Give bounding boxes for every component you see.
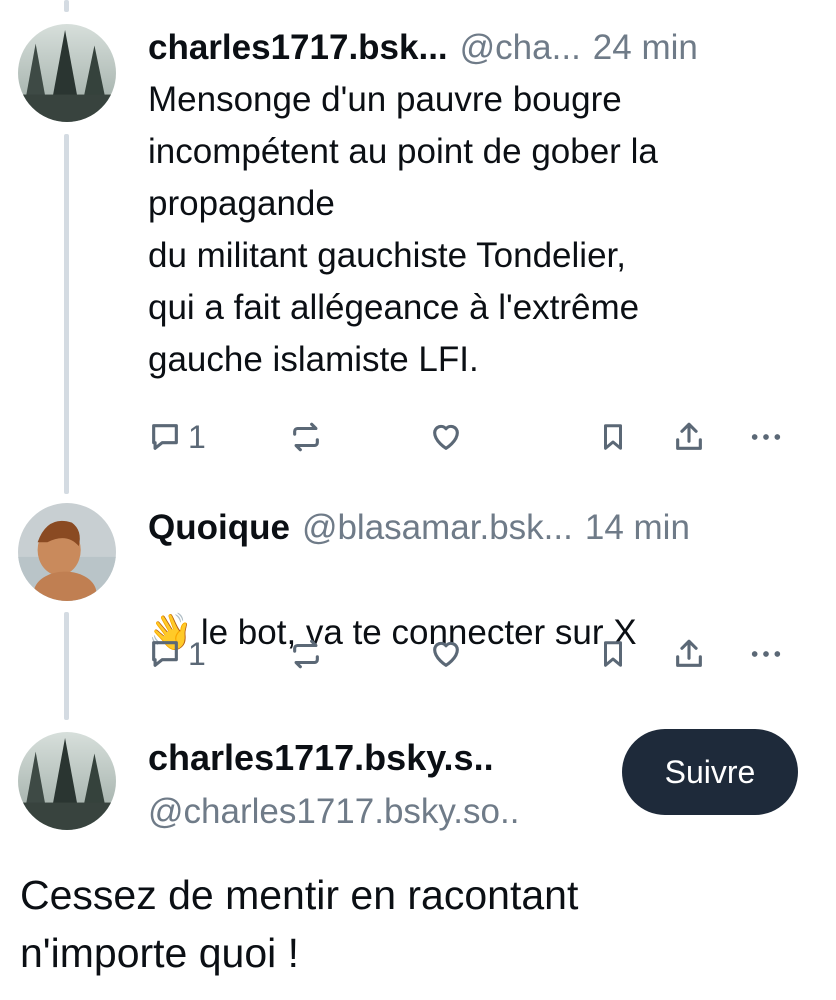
post-time[interactable]: 14 min <box>585 508 690 548</box>
repost-button[interactable] <box>288 415 324 459</box>
like-button[interactable] <box>428 632 464 676</box>
thread-line <box>64 134 69 494</box>
author-name[interactable]: Quoique <box>148 508 290 548</box>
post-time[interactable]: 24 min <box>593 28 698 68</box>
share-button[interactable] <box>672 632 706 676</box>
heart-icon <box>433 641 459 667</box>
forest-avatar-image <box>18 732 116 830</box>
repost-icon <box>293 422 319 452</box>
share-icon <box>676 422 702 450</box>
reply-button[interactable]: 1 <box>148 632 206 676</box>
post-text: Cessez de mentir en racontant n'importe … <box>20 872 579 976</box>
child-avatar-image <box>18 503 116 601</box>
bookmark-button[interactable] <box>598 415 628 459</box>
reply-count: 1 <box>188 635 206 672</box>
author-name[interactable]: charles1717.bsk... <box>148 28 448 68</box>
thread-line <box>64 612 69 720</box>
thread-line <box>64 0 69 12</box>
like-button[interactable] <box>428 415 464 459</box>
more-button[interactable] <box>748 632 784 676</box>
post-text: Mensonge d'un pauvre bougre incompétent … <box>148 80 658 379</box>
bookmark-icon <box>604 641 622 667</box>
repost-button[interactable] <box>288 632 324 676</box>
share-button[interactable] <box>672 415 706 459</box>
bookmark-button[interactable] <box>598 632 628 676</box>
forest-avatar-image <box>18 24 116 122</box>
follow-button[interactable]: Suivre <box>622 729 798 815</box>
reply-icon <box>152 424 178 450</box>
reply-count: 1 <box>188 418 206 455</box>
reply-icon <box>152 641 178 667</box>
bookmark-icon <box>604 424 622 450</box>
repost-icon <box>293 639 319 669</box>
more-button[interactable] <box>748 415 784 459</box>
avatar[interactable] <box>18 24 116 122</box>
avatar[interactable] <box>18 732 116 830</box>
author-handle[interactable]: @blasamar.bsk... <box>302 508 573 548</box>
share-icon <box>676 639 702 667</box>
author-handle[interactable]: @charles1717.bsky.so.. <box>148 792 519 832</box>
author-name[interactable]: charles1717.bsky.s.. <box>148 738 494 778</box>
reply-button[interactable]: 1 <box>148 415 206 459</box>
heart-icon <box>433 424 459 450</box>
more-icon <box>751 651 781 657</box>
avatar[interactable] <box>18 503 116 601</box>
author-handle[interactable]: @cha... <box>460 28 581 68</box>
more-icon <box>751 434 781 440</box>
